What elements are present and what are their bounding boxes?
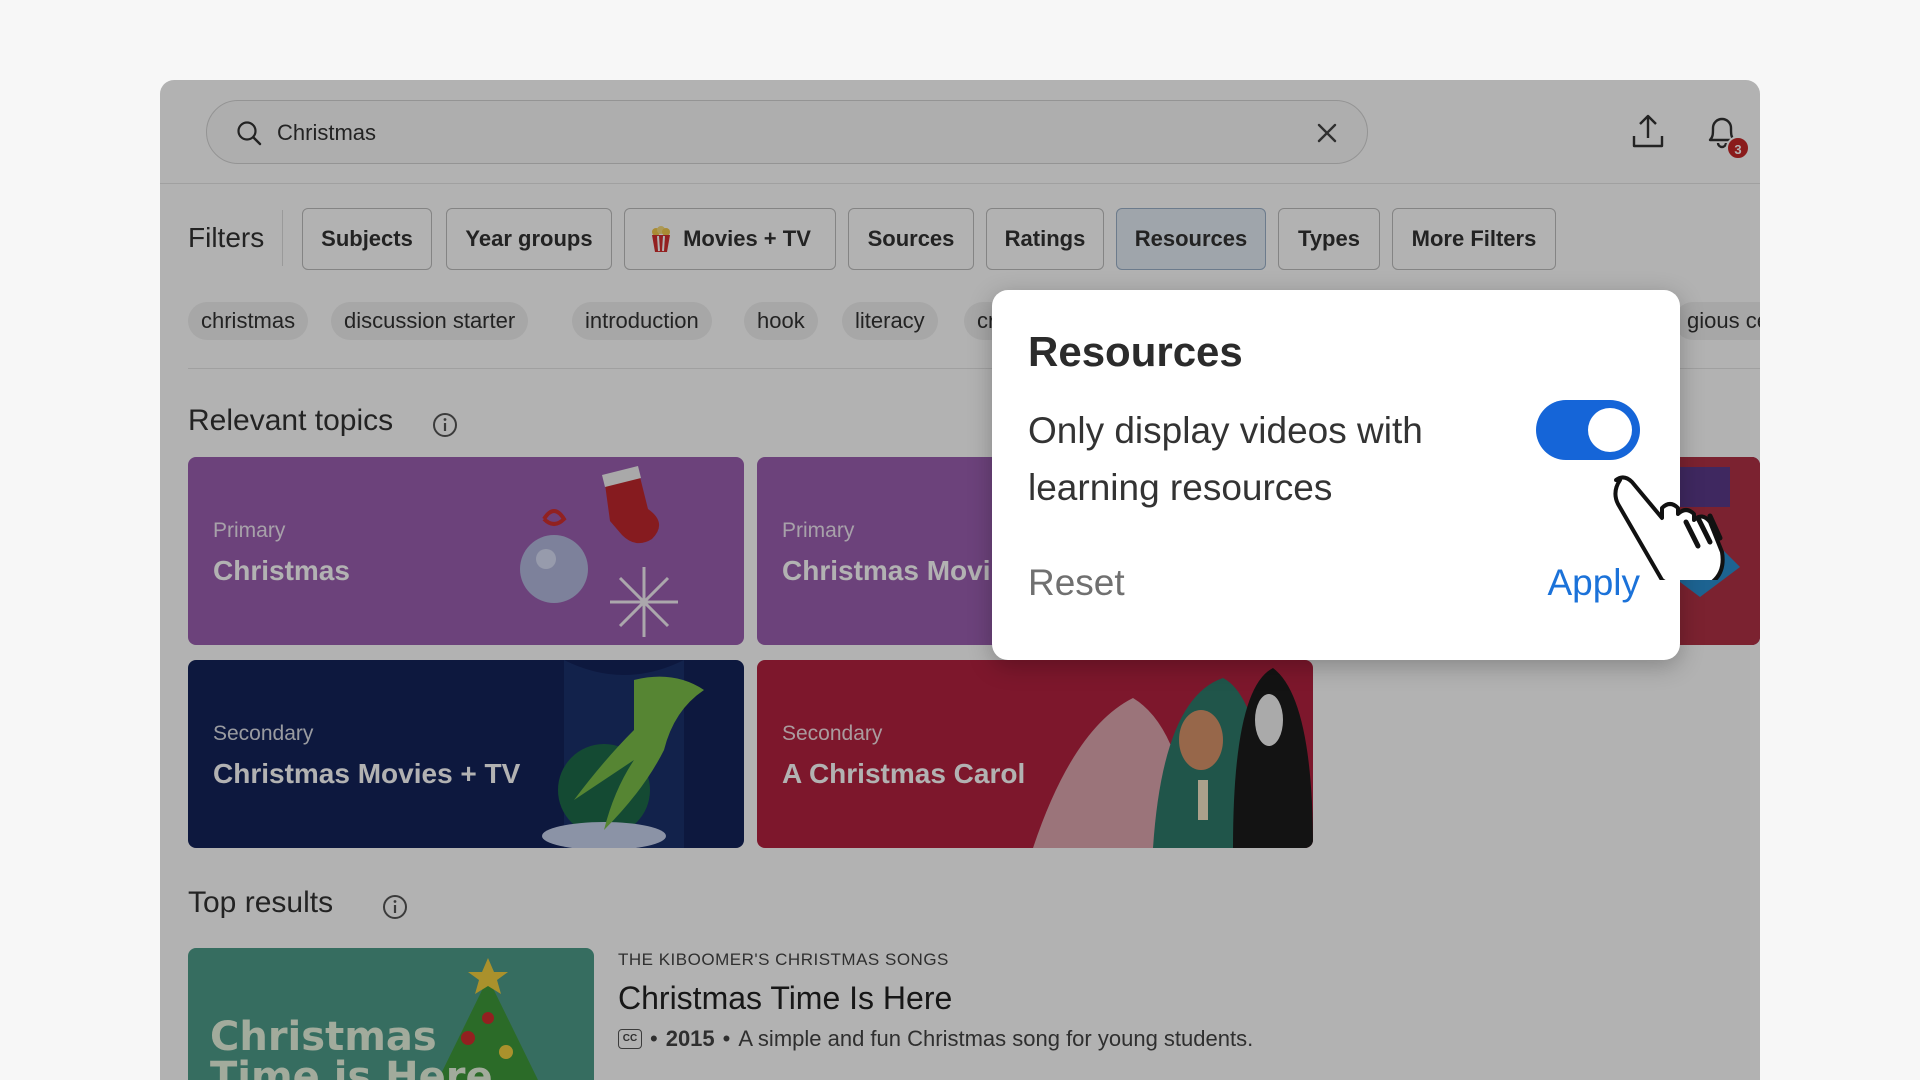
- resources-popover: Resources Only display videos with learn…: [992, 290, 1680, 660]
- popover-description: Only display videos with learning resour…: [1028, 410, 1423, 508]
- hand-cursor-icon: [1613, 475, 1725, 580]
- toggle-knob: [1588, 408, 1632, 452]
- reset-button[interactable]: Reset: [1028, 562, 1125, 604]
- learning-resources-toggle[interactable]: [1536, 400, 1640, 460]
- popover-title: Resources: [1028, 328, 1243, 375]
